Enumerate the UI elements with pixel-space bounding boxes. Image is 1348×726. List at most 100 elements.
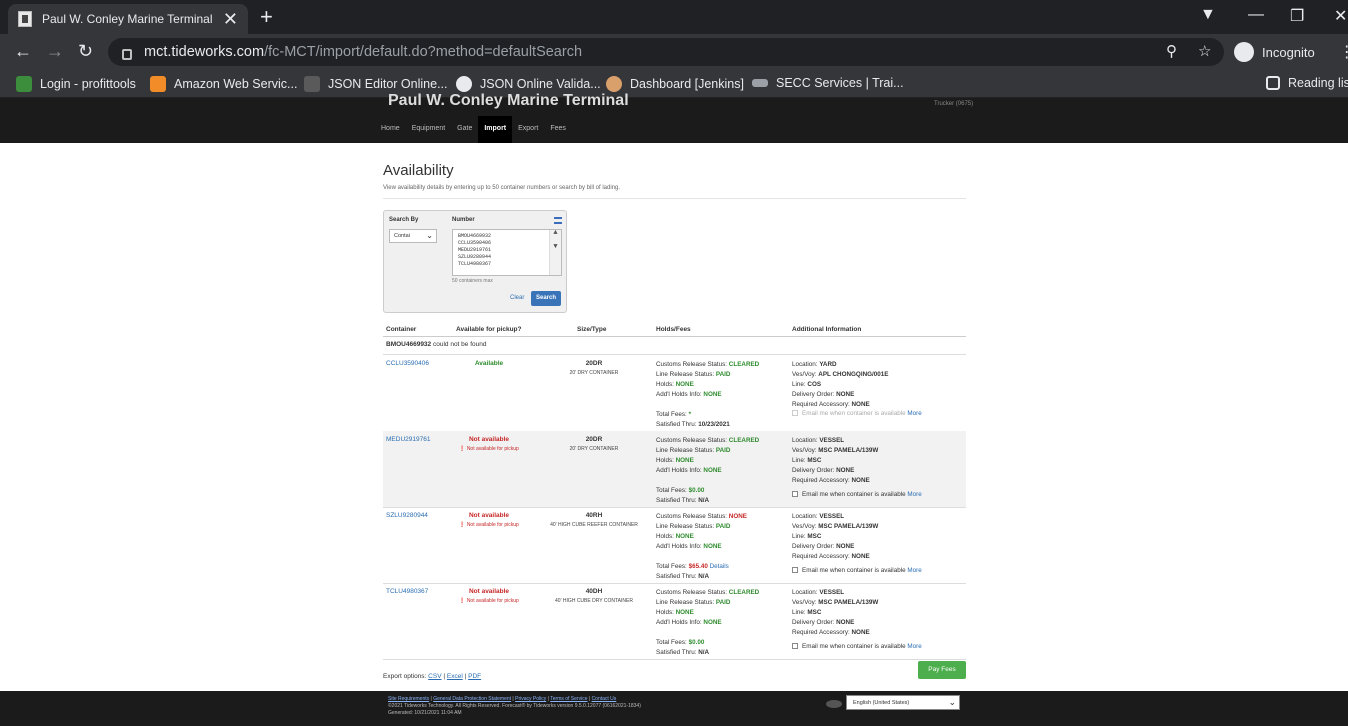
container-link[interactable]: TCLU4980367 [386, 588, 428, 595]
customs-label: Customs Release Status: [656, 589, 728, 596]
menu-icon[interactable]: ⋮ [1339, 42, 1348, 62]
not-found-text: could not be found [432, 341, 487, 348]
container-link[interactable]: SZLU9280944 [386, 512, 428, 519]
more-link[interactable]: More [907, 643, 921, 650]
holds-value: NONE [675, 533, 694, 540]
clear-link[interactable]: Clear [510, 295, 524, 301]
nav-home[interactable]: Home [375, 116, 406, 143]
footer-link[interactable]: Terms of Service [550, 696, 587, 702]
line-value: MSC [807, 533, 822, 540]
tab-close-icon[interactable]: ✕ [223, 9, 238, 30]
nav-equipment[interactable]: Equipment [406, 116, 451, 143]
list-icon[interactable] [554, 217, 562, 224]
accessory-value: NONE [851, 553, 870, 560]
email-notify-checkbox[interactable] [792, 643, 798, 649]
new-tab-button[interactable]: + [260, 4, 273, 30]
holds-fees: Customs Release Status: CLEARED Line Rele… [656, 588, 759, 658]
zoom-icon[interactable]: ⚲ [1166, 42, 1177, 60]
footer-link[interactable]: Privacy Policy [515, 696, 546, 702]
container-numbers-textarea[interactable]: BMOU4669932 CCLU3590406 MEDU2919761 SZLU… [452, 229, 562, 276]
location-label: Location: [792, 589, 818, 596]
container-link[interactable]: CCLU3590406 [386, 360, 429, 367]
back-icon[interactable]: ← [14, 41, 32, 62]
textarea-scrollbar[interactable]: ▲ ▼ [549, 230, 561, 275]
accessory-value: NONE [851, 401, 870, 408]
nav-import[interactable]: Import [478, 116, 513, 143]
addl-holds-value: NONE [703, 467, 722, 474]
vesvoy-value: MSC PAMELA/139W [818, 447, 879, 454]
export-pdf-link[interactable]: PDF [468, 673, 481, 680]
minimize-icon[interactable]: — [1248, 6, 1264, 24]
reading-list[interactable]: Reading list [1266, 76, 1348, 90]
nav-fees[interactable]: Fees [544, 116, 572, 143]
container-link[interactable]: MEDU2919761 [386, 436, 430, 443]
line-release-value: PAID [715, 371, 731, 378]
search-by-select[interactable]: Contai ⌄ [389, 229, 437, 243]
nav-gate[interactable]: Gate [451, 116, 478, 143]
line-label: Line: [792, 609, 806, 616]
email-notify-checkbox[interactable] [792, 491, 798, 497]
search-button[interactable]: Search [531, 291, 561, 306]
size-code: 20DR [585, 360, 603, 367]
bookmark-item[interactable]: SECC Services | Trai... [752, 76, 904, 90]
holds-fees: Customs Release Status: NONE Line Release… [656, 512, 747, 582]
page-subtitle: View availability details by entering up… [383, 185, 621, 191]
pay-fees-button[interactable]: Pay Fees [918, 661, 966, 679]
nav-export[interactable]: Export [512, 116, 544, 143]
tab-search-icon[interactable]: ▼ [1200, 6, 1216, 24]
bookmark-item[interactable]: JSON Online Valida... [456, 76, 601, 92]
availability-note: ❗ Not available for pickup [453, 522, 525, 528]
export-csv-link[interactable]: CSV [428, 673, 441, 680]
total-fees-label: Total Fees: [656, 563, 687, 570]
footer-link[interactable]: Contact Us [592, 696, 617, 702]
restore-icon[interactable]: ❐ [1290, 6, 1304, 26]
addl-holds-label: Add'l Holds Info: [656, 467, 702, 474]
size-description: 40' HIGH CUBE DRY CONTAINER [555, 598, 633, 604]
bookmark-star-icon[interactable]: ☆ [1198, 42, 1211, 60]
bookmark-item[interactable]: Dashboard [Jenkins] [606, 76, 744, 92]
footer-link[interactable]: General Data Protection Statement [433, 696, 511, 702]
size-description: 20' DRY CONTAINER [569, 446, 619, 452]
satisfied-label: Satisfied Thru: [656, 649, 697, 656]
bookmark-item[interactable]: Amazon Web Servic... [150, 76, 297, 92]
more-link[interactable]: More [907, 567, 921, 574]
location-label: Location: [792, 513, 818, 520]
col-additional-info: Additional Information [792, 326, 862, 333]
export-excel-link[interactable]: Excel [447, 673, 463, 680]
holds-label: Holds: [656, 457, 674, 464]
forward-icon[interactable]: → [46, 41, 64, 62]
size-code: 40RH [585, 512, 603, 519]
fees-details-link[interactable]: Details [710, 563, 729, 570]
more-link[interactable]: More [907, 410, 921, 417]
reload-icon[interactable]: ↻ [78, 41, 93, 62]
col-available: Available for pickup? [456, 326, 522, 333]
line-value: COS [807, 381, 822, 388]
bookmark-item[interactable]: Login - profittools [16, 76, 136, 92]
holds-fees: Customs Release Status: CLEARED Line Rele… [656, 360, 759, 430]
email-notify-checkbox[interactable] [792, 410, 798, 416]
address-bar[interactable]: mct.tideworks.com/fc-MCT/import/default.… [108, 38, 1224, 66]
email-notify-checkbox[interactable] [792, 567, 798, 573]
addl-holds-value: NONE [703, 619, 722, 626]
table-row: TCLU4980367 Not available ❗ Not available … [383, 583, 966, 659]
customs-value: NONE [728, 513, 747, 520]
addl-holds-label: Add'l Holds Info: [656, 391, 702, 398]
line-value: MSC [807, 457, 822, 464]
location-label: Location: [792, 361, 818, 368]
more-link[interactable]: More [907, 491, 921, 498]
bookmark-label: Dashboard [Jenkins] [630, 77, 744, 91]
line-release-value: PAID [715, 599, 731, 606]
availability-status: Available [474, 360, 504, 367]
bookmark-label: JSON Editor Online... [328, 77, 448, 91]
total-fees-label: Total Fees: [656, 411, 687, 418]
footer-link[interactable]: Site Requirements [388, 696, 429, 702]
size-code: 40DH [585, 588, 603, 595]
incognito-indicator[interactable]: Incognito ⋮ [1234, 38, 1348, 66]
language-select[interactable]: English (United States) ⌄ [846, 695, 960, 710]
browser-tab[interactable]: Paul W. Conley Marine Terminal - ✕ [8, 4, 248, 34]
window-close-icon[interactable]: ✕ [1334, 6, 1347, 26]
bookmark-item[interactable]: JSON Editor Online... [304, 76, 448, 92]
additional-info: Location: VESSEL Ves/Voy: MSC PAMELA/139W… [792, 588, 878, 638]
line-label: Line: [792, 457, 806, 464]
search-by-value: Contai [394, 233, 410, 239]
